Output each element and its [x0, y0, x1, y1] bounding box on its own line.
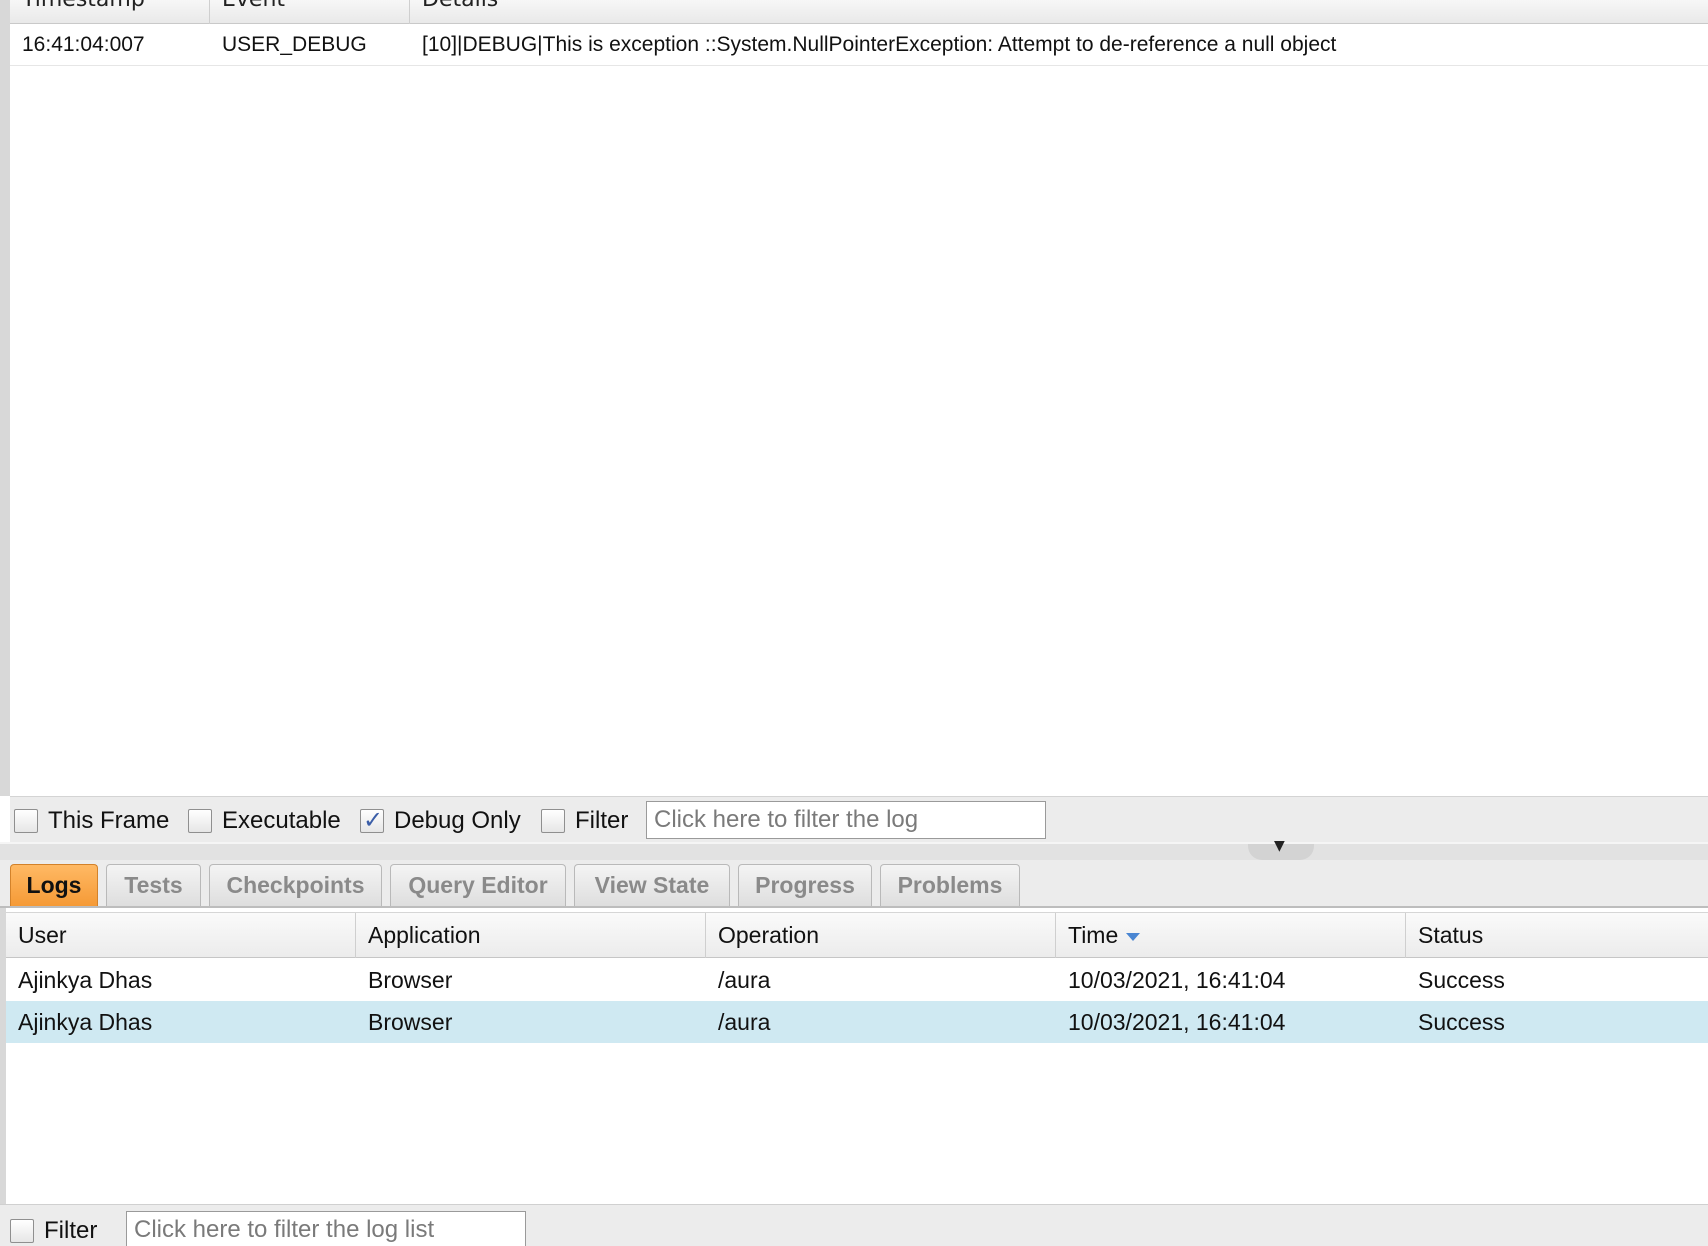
filter-checkbox[interactable] [541, 809, 565, 833]
sort-descending-icon [1126, 932, 1141, 941]
row-user: Ajinkya Dhas [18, 967, 153, 993]
column-header-time-label: Time [1068, 922, 1119, 948]
logs-list-header: User Application Operation Time Status [6, 912, 1708, 958]
execution-log-grid: Timestamp Event Details 16:41:04:007 USE… [10, 0, 1708, 796]
tab-logs[interactable]: Logs [10, 864, 98, 906]
logs-list-panel: User Application Operation Time Status A… [0, 908, 1708, 1204]
execution-log-panel: Timestamp Event Details 16:41:04:007 USE… [0, 0, 1708, 842]
row-status: Success [1418, 1009, 1505, 1035]
tab-tests[interactable]: Tests [106, 864, 201, 906]
debug-only-checkbox[interactable] [360, 806, 384, 834]
tab-query-editor[interactable]: Query Editor [390, 864, 566, 906]
developer-console: Timestamp Event Details 16:41:04:007 USE… [0, 0, 1708, 1246]
column-header-details[interactable]: Details [410, 0, 1708, 24]
bottom-panel-tabs: Logs Tests Checkpoints Query Editor View… [0, 860, 1708, 908]
splitter-handle[interactable]: ▼ [1248, 838, 1314, 860]
column-header-time[interactable]: Time [1056, 913, 1406, 958]
executable-label: Executable [222, 807, 341, 834]
column-header-status[interactable]: Status [1406, 913, 1708, 958]
row-event: USER_DEBUG [222, 33, 367, 56]
row-time: 10/03/2021, 16:41:04 [1068, 1009, 1286, 1035]
row-operation: /aura [718, 1009, 771, 1035]
log-list-filter-label: Filter [44, 1217, 98, 1244]
left-gutter [0, 0, 10, 796]
filter-label: Filter [575, 807, 629, 834]
column-header-timestamp[interactable]: Timestamp [10, 0, 210, 24]
panel-splitter[interactable]: ▼ [0, 838, 1708, 860]
execution-log-row[interactable]: 16:41:04:007 USER_DEBUG [10]|DEBUG|This … [10, 24, 1708, 66]
table-row-selected[interactable]: Ajinkya Dhas Browser /aura 10/03/2021, 1… [6, 1001, 1708, 1043]
execution-log-header: Timestamp Event Details [10, 0, 1708, 24]
log-filter-input[interactable] [646, 801, 1046, 839]
this-frame-checkbox[interactable] [14, 809, 38, 833]
row-details: [10]|DEBUG|This is exception ::System.Nu… [422, 33, 1337, 56]
tab-view-state[interactable]: View State [574, 864, 730, 906]
execution-log-filter-bar: This Frame Executable Debug Only Filter [10, 796, 1708, 842]
tab-problems[interactable]: Problems [880, 864, 1020, 906]
executable-checkbox[interactable] [188, 809, 212, 833]
debug-only-label: Debug Only [394, 807, 521, 834]
logs-list-filter-bar: Filter [0, 1204, 1708, 1246]
log-list-filter-input[interactable] [126, 1211, 526, 1246]
row-time: 10/03/2021, 16:41:04 [1068, 967, 1286, 993]
table-row[interactable]: Ajinkya Dhas Browser /aura 10/03/2021, 1… [6, 959, 1708, 1001]
collapse-arrow-icon: ▼ [1274, 838, 1285, 854]
log-list-filter-checkbox[interactable] [10, 1219, 34, 1243]
row-operation: /aura [718, 967, 771, 993]
row-user: Ajinkya Dhas [18, 1009, 153, 1035]
row-timestamp: 16:41:04:007 [22, 33, 145, 56]
column-header-user[interactable]: User [6, 913, 356, 958]
row-status: Success [1418, 967, 1505, 993]
tab-progress[interactable]: Progress [738, 864, 872, 906]
column-header-event[interactable]: Event [210, 0, 410, 24]
this-frame-label: This Frame [48, 807, 170, 834]
row-application: Browser [368, 967, 453, 993]
row-application: Browser [368, 1009, 453, 1035]
column-header-operation[interactable]: Operation [706, 913, 1056, 958]
tab-checkpoints[interactable]: Checkpoints [209, 864, 382, 906]
column-header-application[interactable]: Application [356, 913, 706, 958]
